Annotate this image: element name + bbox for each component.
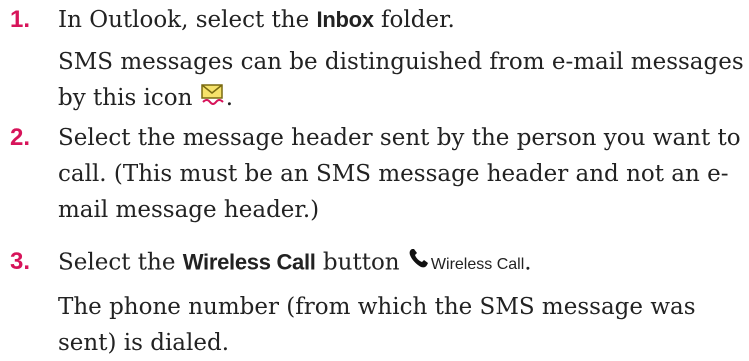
step-instruction: call. (This must be an SMS message heade… [58,161,729,187]
wireless-call-button-label: Wireless Call [430,256,525,273]
wireless-call-label: Wireless Call [182,249,316,275]
sms-envelope-icon [200,81,226,117]
step-text: In Outlook, select the Inbox folder. SMS… [58,2,744,117]
step-note: sent) is dialed. [58,330,230,356]
step-number: 2. [10,124,31,151]
step-note: The phone number (from which the SMS mes… [58,294,696,320]
step-text: Select the Wireless Call button Wireless… [58,244,741,361]
step-number: 3. [10,248,31,275]
instruction-document: 1. In Outlook, select the Inbox folder. … [0,0,749,356]
wireless-call-button: Wireless Call [407,244,524,283]
step-instruction: In Outlook, select the Inbox folder. [58,7,455,33]
step-text: Select the message header sent by the pe… [58,120,741,228]
step-instruction: Select the Wireless Call button Wireless… [58,244,741,283]
step-number: 1. [10,6,31,33]
phone-handset-icon [407,245,431,281]
step-instruction: mail message header.) [58,197,320,223]
step-instruction: Select the message header sent by the pe… [58,125,741,151]
step-note: SMS messages can be distinguished from e… [58,49,744,75]
step-note: by this icon . [58,80,741,117]
inbox-folder-label: Inbox [316,7,374,32]
